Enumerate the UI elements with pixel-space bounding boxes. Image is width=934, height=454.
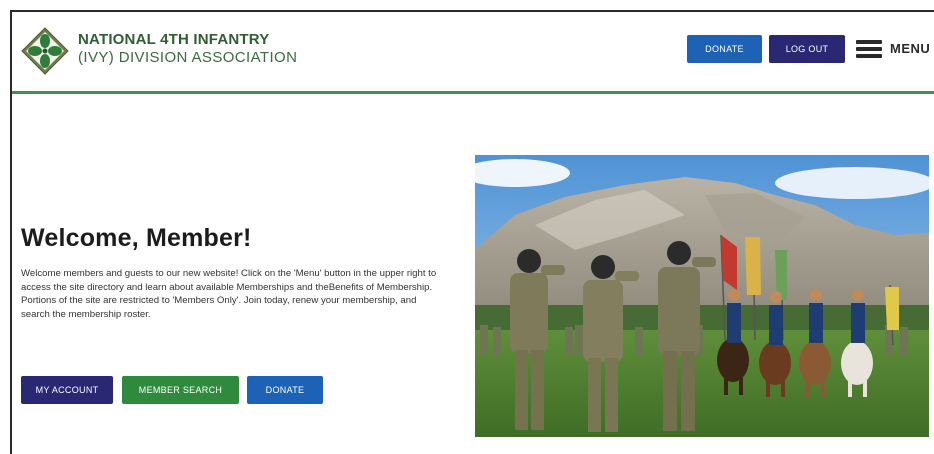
ceremony-photo [475,155,929,437]
my-account-button[interactable]: MY ACCOUNT [21,376,113,404]
ivy-leaf-logo[interactable] [21,27,69,75]
member-search-button[interactable]: MEMBER SEARCH [122,376,239,404]
hamburger-menu-icon[interactable] [856,40,882,59]
menu-label[interactable]: MENU [890,41,930,56]
logout-button[interactable]: LOG OUT [769,35,845,63]
org-name-line2: (IVY) DIVISION ASSOCIATION [78,49,298,66]
org-name[interactable]: NATIONAL 4TH INFANTRY (IVY) DIVISION ASS… [78,31,297,67]
org-name-line1: NATIONAL 4TH INFANTRY [78,31,270,48]
page-title: Welcome, Member! [21,224,252,252]
welcome-paragraph: Welcome members and guests to our new we… [21,268,437,320]
page-frame: NATIONAL 4TH INFANTRY (IVY) DIVISION ASS… [10,10,934,454]
donate-button-header[interactable]: DONATE [687,35,762,63]
site-header: NATIONAL 4TH INFANTRY (IVY) DIVISION ASS… [12,12,934,94]
donate-button[interactable]: DONATE [247,376,323,404]
header-divider [12,91,934,94]
